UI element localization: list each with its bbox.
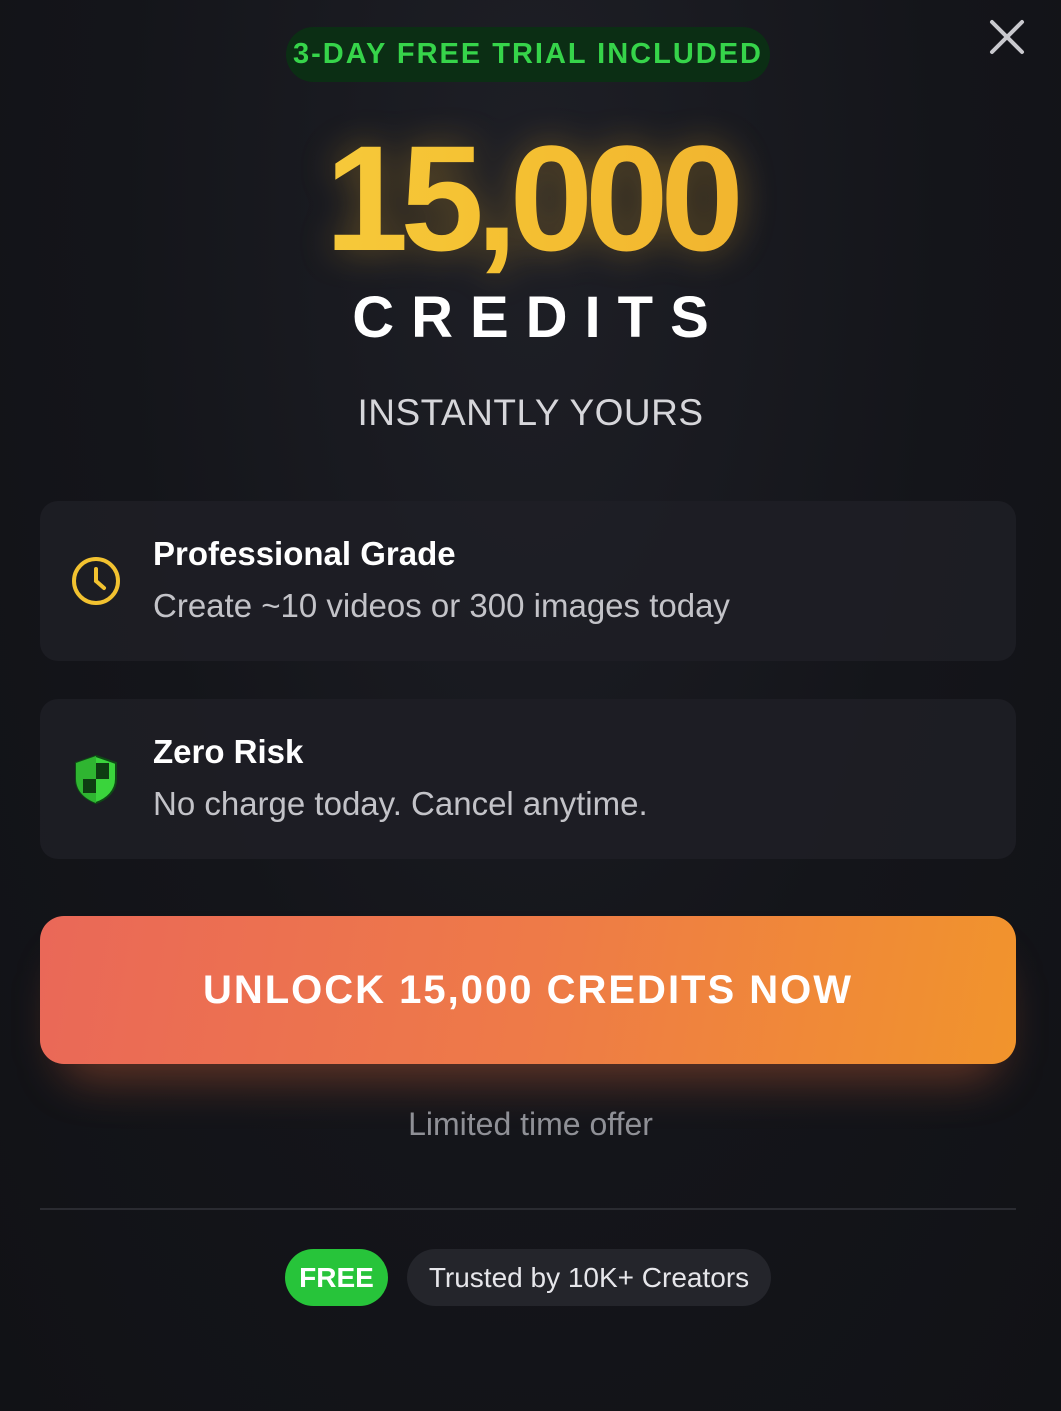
- close-icon[interactable]: [989, 19, 1025, 55]
- feature-title: Zero Risk: [153, 733, 304, 770]
- unlock-credits-button[interactable]: UNLOCK 15,000 CREDITS NOW: [40, 916, 1016, 1064]
- close-button[interactable]: [986, 16, 1028, 58]
- instantly-yours-subtitle: INSTANTLY YOURS: [357, 392, 704, 433]
- limited-offer-text: Limited time offer: [408, 1106, 653, 1142]
- feature-description: Create ~10 videos or 300 images today: [153, 587, 730, 624]
- feature-card-zero-risk: Zero Risk No charge today. Cancel anytim…: [40, 699, 1016, 859]
- feature-title: Professional Grade: [153, 535, 456, 572]
- clock-icon: [72, 557, 120, 605]
- feature-description: No charge today. Cancel anytime.: [153, 785, 648, 822]
- trust-badge: Trusted by 10K+ Creators: [407, 1249, 771, 1306]
- divider: [40, 1208, 1016, 1210]
- credits-label: CREDITS: [352, 285, 726, 350]
- trial-badge: 3-DAY FREE TRIAL INCLUDED: [286, 27, 770, 82]
- credits-amount: 15,000: [0, 118, 1061, 278]
- feature-card-professional-grade: Professional Grade Create ~10 videos or …: [40, 501, 1016, 661]
- free-badge: FREE: [285, 1249, 388, 1306]
- shield-icon: [75, 754, 117, 805]
